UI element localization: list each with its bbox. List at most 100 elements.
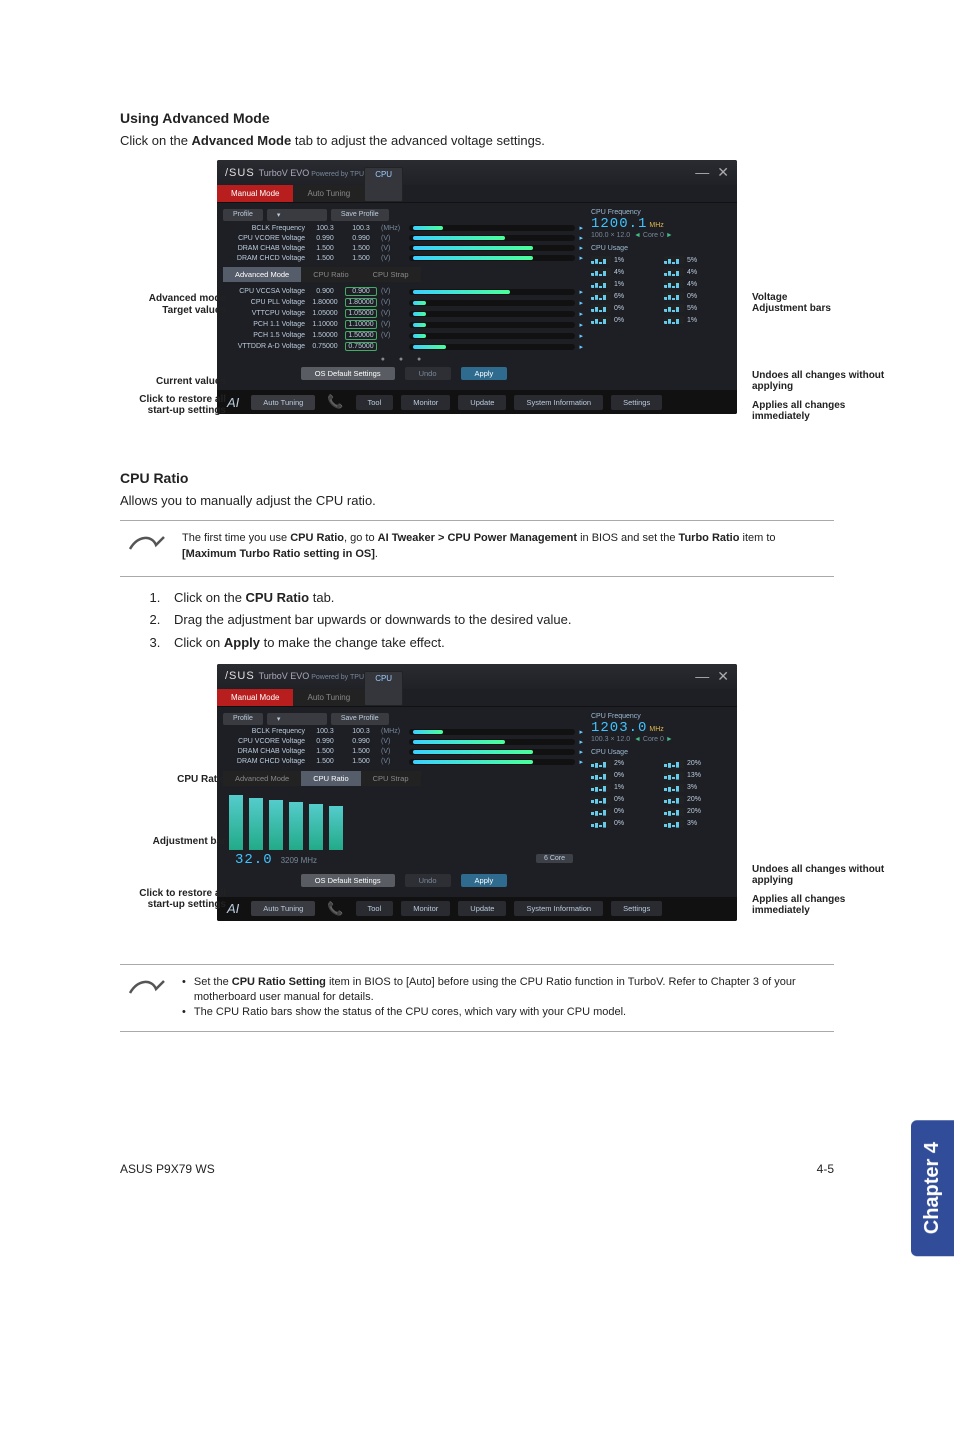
core-bar[interactable] bbox=[329, 806, 343, 850]
subtab-cpu-strap[interactable]: CPU Strap bbox=[361, 267, 421, 282]
voltage-slider[interactable] bbox=[409, 300, 575, 306]
voltage-slider[interactable] bbox=[409, 289, 575, 295]
voltage-slider[interactable] bbox=[409, 255, 575, 261]
voltage-slider[interactable] bbox=[409, 333, 575, 339]
pagination-dots[interactable]: ● ● ● bbox=[223, 356, 585, 363]
usage-pct: 0% bbox=[614, 772, 624, 779]
profile-dropdown[interactable]: ▾ bbox=[267, 209, 327, 221]
bb-settings[interactable]: Settings bbox=[611, 395, 662, 410]
save-profile-button[interactable]: Save Profile bbox=[331, 209, 389, 221]
profile-button[interactable]: Profile bbox=[223, 713, 263, 725]
save-profile-button[interactable]: Save Profile bbox=[331, 713, 389, 725]
arrow[interactable]: ◄ bbox=[634, 736, 641, 743]
core-bar[interactable] bbox=[249, 798, 263, 850]
slider-arrow-icon[interactable]: ▸ bbox=[579, 758, 583, 766]
tab-manual-mode[interactable]: Manual Mode bbox=[217, 185, 293, 202]
param-target: 1.500 bbox=[309, 255, 341, 262]
text: CPU Ratio bbox=[177, 774, 226, 785]
slider-arrow-icon[interactable]: ▸ bbox=[579, 288, 583, 296]
apply-button[interactable]: Apply bbox=[461, 874, 508, 887]
bb-tool[interactable]: Tool bbox=[356, 395, 394, 410]
subtab-cpu-ratio[interactable]: CPU Ratio bbox=[301, 267, 360, 282]
slider-arrow-icon[interactable]: ▸ bbox=[579, 332, 583, 340]
undo-button[interactable]: Undo bbox=[405, 874, 451, 887]
spark-icon bbox=[664, 268, 684, 276]
bb-system-info[interactable]: System Information bbox=[514, 901, 603, 916]
profile-button[interactable]: Profile bbox=[223, 209, 263, 221]
slider-arrow-icon[interactable]: ▸ bbox=[579, 224, 583, 232]
voltage-slider[interactable] bbox=[409, 759, 575, 765]
note2-item2: The CPU Ratio bars show the status of th… bbox=[182, 1005, 830, 1020]
bb-monitor[interactable]: Monitor bbox=[401, 901, 450, 916]
arrow[interactable]: ► bbox=[666, 232, 673, 239]
brand-logo: /SUS bbox=[225, 167, 255, 179]
bb-system-info[interactable]: System Information bbox=[514, 395, 603, 410]
bb-tool[interactable]: Tool bbox=[356, 901, 394, 916]
param-current: 1.500 bbox=[345, 245, 377, 252]
voltage-slider[interactable] bbox=[409, 245, 575, 251]
spark-icon bbox=[591, 256, 611, 264]
phone-icon[interactable]: 📞 bbox=[323, 394, 347, 410]
slider-arrow-icon[interactable]: ▸ bbox=[579, 748, 583, 756]
tab-auto-tuning[interactable]: Auto Tuning bbox=[293, 689, 364, 706]
param-target: 0.990 bbox=[309, 235, 341, 242]
t: in BIOS and set the bbox=[577, 532, 679, 544]
usage-pct: 0% bbox=[614, 808, 624, 815]
core-bar[interactable] bbox=[289, 802, 303, 850]
usage-cell: 0% bbox=[591, 316, 658, 324]
slider-arrow-icon[interactable]: ▸ bbox=[579, 310, 583, 318]
bb-auto-tuning[interactable]: Auto Tuning bbox=[251, 901, 315, 916]
main-tabs: Manual Mode Auto Tuning CPU bbox=[217, 185, 737, 203]
undo-button[interactable]: Undo bbox=[405, 367, 451, 380]
arrow[interactable]: ◄ bbox=[634, 232, 641, 239]
slider-arrow-icon[interactable]: ▸ bbox=[579, 728, 583, 736]
slider-arrow-icon[interactable]: ▸ bbox=[579, 244, 583, 252]
slider-arrow-icon[interactable]: ▸ bbox=[579, 321, 583, 329]
voltage-slider[interactable] bbox=[409, 739, 575, 745]
bb-update[interactable]: Update bbox=[458, 395, 506, 410]
core-bar[interactable] bbox=[309, 804, 323, 850]
usage-pct: 1% bbox=[687, 317, 697, 324]
param-current: 1.500 bbox=[345, 748, 377, 755]
subtab-cpu-strap[interactable]: CPU Strap bbox=[361, 771, 421, 786]
os-default-button[interactable]: OS Default Settings bbox=[301, 367, 395, 380]
param-row: PCH 1.5 Voltage 1.50000 1.50000 (V) ▸ bbox=[223, 330, 585, 341]
voltage-slider[interactable] bbox=[409, 225, 575, 231]
arrow[interactable]: ► bbox=[666, 736, 673, 743]
bb-settings[interactable]: Settings bbox=[611, 901, 662, 916]
usage-pct: 13% bbox=[687, 772, 701, 779]
usage-cell: 6% bbox=[591, 292, 658, 300]
voltage-slider[interactable] bbox=[409, 729, 575, 735]
core-bar[interactable] bbox=[229, 795, 243, 850]
slider-arrow-icon[interactable]: ▸ bbox=[579, 738, 583, 746]
voltage-slider[interactable] bbox=[409, 749, 575, 755]
core-bar[interactable] bbox=[269, 800, 283, 850]
cpu-freq-label: CPU Frequency bbox=[591, 713, 731, 720]
bb-auto-tuning[interactable]: Auto Tuning bbox=[251, 395, 315, 410]
voltage-slider[interactable] bbox=[409, 235, 575, 241]
phone-icon[interactable]: 📞 bbox=[323, 901, 347, 917]
tab-auto-tuning[interactable]: Auto Tuning bbox=[293, 185, 364, 202]
slider-arrow-icon[interactable]: ▸ bbox=[579, 299, 583, 307]
slider-arrow-icon[interactable]: ▸ bbox=[579, 343, 583, 351]
voltage-slider[interactable] bbox=[409, 322, 575, 328]
param-name: VTTDDR A-D Voltage bbox=[225, 343, 305, 350]
os-default-button[interactable]: OS Default Settings bbox=[301, 874, 395, 887]
voltage-slider[interactable] bbox=[409, 344, 575, 350]
profile-dropdown[interactable]: ▾ bbox=[267, 713, 327, 725]
subtab-cpu-ratio[interactable]: CPU Ratio bbox=[301, 771, 360, 786]
tab-manual-mode[interactable]: Manual Mode bbox=[217, 689, 293, 706]
subtab-advanced-mode[interactable]: Advanced Mode bbox=[223, 771, 301, 786]
bb-update[interactable]: Update bbox=[458, 901, 506, 916]
voltage-slider[interactable] bbox=[409, 311, 575, 317]
bb-monitor[interactable]: Monitor bbox=[401, 395, 450, 410]
minimize-icon[interactable]: — bbox=[695, 164, 709, 181]
minimize-icon[interactable]: — bbox=[695, 668, 709, 685]
slider-arrow-icon[interactable]: ▸ bbox=[579, 234, 583, 242]
cpu-ratio-bars[interactable] bbox=[223, 790, 585, 850]
subtab-advanced-mode[interactable]: Advanced Mode bbox=[223, 267, 301, 282]
apply-button[interactable]: Apply bbox=[461, 367, 508, 380]
close-icon[interactable]: ✕ bbox=[717, 164, 729, 181]
close-icon[interactable]: ✕ bbox=[717, 668, 729, 685]
slider-arrow-icon[interactable]: ▸ bbox=[579, 254, 583, 262]
